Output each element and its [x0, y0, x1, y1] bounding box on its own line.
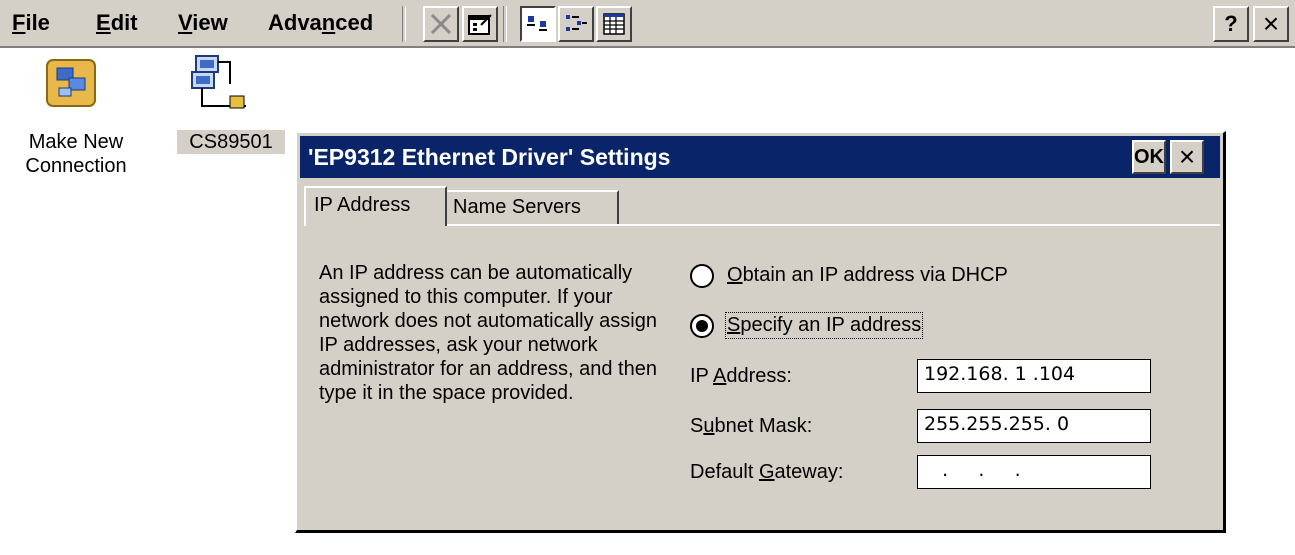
- delete-button[interactable]: [423, 6, 459, 42]
- make-new-connection-label[interactable]: Make New Connection: [20, 130, 132, 178]
- ok-button[interactable]: OK: [1132, 140, 1166, 174]
- large-icons-view-button[interactable]: [520, 6, 556, 42]
- default-gateway-field[interactable]: . . .: [917, 455, 1151, 489]
- dialog-titlebar: 'EP9312 Ethernet Driver' Settings OK ×: [300, 136, 1220, 178]
- tab-name-servers[interactable]: Name Servers: [447, 190, 619, 224]
- help-button[interactable]: ?: [1213, 6, 1249, 42]
- cs89501-label[interactable]: CS89501: [177, 130, 285, 154]
- make-new-connection-icon[interactable]: [45, 58, 99, 110]
- details-view-button[interactable]: [596, 6, 632, 42]
- dialog-title: 'EP9312 Ethernet Driver' Settings: [308, 144, 671, 170]
- menu-bar: File Edit View Advanced ? ×: [0, 0, 1295, 48]
- ip-description-text: An IP address can be automatically assig…: [319, 262, 657, 404]
- radio-selected-dot: [696, 320, 708, 332]
- specify-ip-radio-label[interactable]: Specify an IP address: [724, 312, 924, 339]
- toolbar-separator: [503, 6, 507, 42]
- delete-icon: [430, 13, 452, 35]
- settings-dialog: 'EP9312 Ethernet Driver' Settings OK × I…: [295, 131, 1226, 533]
- close-icon: ×: [1178, 141, 1196, 172]
- properties-icon: [468, 14, 492, 35]
- details-view-icon: [603, 13, 625, 35]
- menu-edit[interactable]: Edit: [96, 10, 138, 36]
- ip-address-label: IP Address:: [690, 365, 792, 387]
- dialog-close-button[interactable]: ×: [1170, 140, 1204, 174]
- close-window-button[interactable]: ×: [1253, 6, 1289, 42]
- ip-address-field[interactable]: 192.168. 1 .104: [917, 359, 1151, 393]
- tab-ip-address[interactable]: IP Address: [304, 186, 447, 226]
- default-gateway-label: Default Gateway:: [690, 461, 844, 483]
- subnet-mask-label: Subnet Mask:: [690, 415, 813, 437]
- close-icon: ×: [1262, 8, 1280, 39]
- properties-button[interactable]: [462, 6, 498, 42]
- dhcp-radio[interactable]: [690, 264, 714, 288]
- large-icons-view-icon: [527, 16, 547, 31]
- menu-file[interactable]: File: [12, 10, 50, 36]
- toolbar-separator: [402, 6, 406, 42]
- subnet-mask-field[interactable]: 255.255.255. 0: [917, 409, 1151, 443]
- menu-advanced[interactable]: Advanced: [268, 10, 373, 36]
- network-adapter-icon[interactable]: [190, 52, 252, 116]
- small-icons-view-button[interactable]: [558, 6, 594, 42]
- small-icons-view-icon: [566, 15, 587, 31]
- dhcp-radio-label[interactable]: Obtain an IP address via DHCP: [727, 264, 1008, 287]
- specify-ip-radio[interactable]: [690, 314, 714, 338]
- menu-view[interactable]: View: [178, 10, 228, 36]
